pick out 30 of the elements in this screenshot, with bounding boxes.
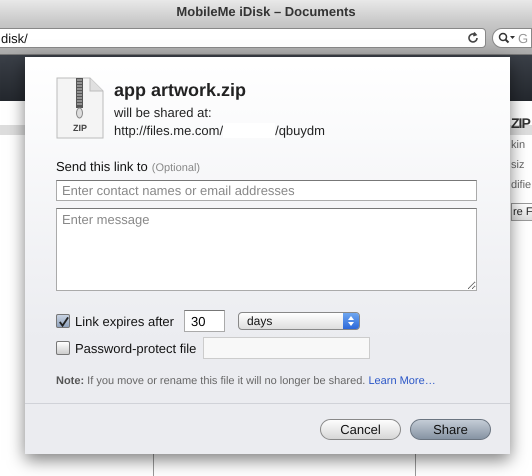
search-icon bbox=[498, 32, 516, 44]
share-url: /qbuydm bbox=[275, 123, 325, 138]
info-label: siz bbox=[511, 159, 524, 171]
learn-more-link[interactable]: Learn More… bbox=[368, 375, 436, 387]
message-field[interactable]: Enter message bbox=[56, 208, 477, 291]
window-title: MobileMe iDisk – Documents bbox=[176, 4, 356, 18]
share-url: http://files.me.com/ bbox=[114, 123, 224, 138]
address-field[interactable]: disk/ bbox=[0, 28, 486, 48]
stepper-arrows-icon bbox=[347, 315, 355, 327]
zip-file-icon: ZIP bbox=[56, 77, 104, 139]
password-field[interactable] bbox=[203, 337, 370, 359]
send-label: Send this link to bbox=[56, 159, 148, 174]
preview-label: ZIP bbox=[511, 115, 530, 131]
expires-label: Link expires after bbox=[75, 314, 174, 328]
share-button[interactable]: Share bbox=[410, 419, 491, 440]
optional-hint: (Optional) bbox=[152, 162, 200, 174]
file-name: app artwork.zip bbox=[114, 80, 248, 101]
reload-icon[interactable] bbox=[467, 32, 479, 44]
expiry-number-field[interactable]: 30 bbox=[184, 310, 225, 332]
recipients-field[interactable]: Enter contact names or email addresses bbox=[56, 180, 477, 201]
unit-dropdown[interactable]: days bbox=[238, 312, 360, 330]
password-checkbox[interactable] bbox=[56, 341, 70, 355]
info-label: difie bbox=[511, 179, 532, 191]
share-subtitle: will be shared at: bbox=[114, 105, 213, 120]
share-file-button[interactable]: re F bbox=[511, 203, 532, 221]
info-label: kin bbox=[511, 139, 526, 151]
note-text: Note: If you move or rename this file it will no longer be shared. Learn More… bbox=[56, 375, 437, 387]
cancel-button[interactable]: Cancel bbox=[320, 419, 401, 440]
expires-checkbox[interactable] bbox=[56, 314, 70, 328]
password-label: Password-protect file bbox=[75, 340, 196, 356]
